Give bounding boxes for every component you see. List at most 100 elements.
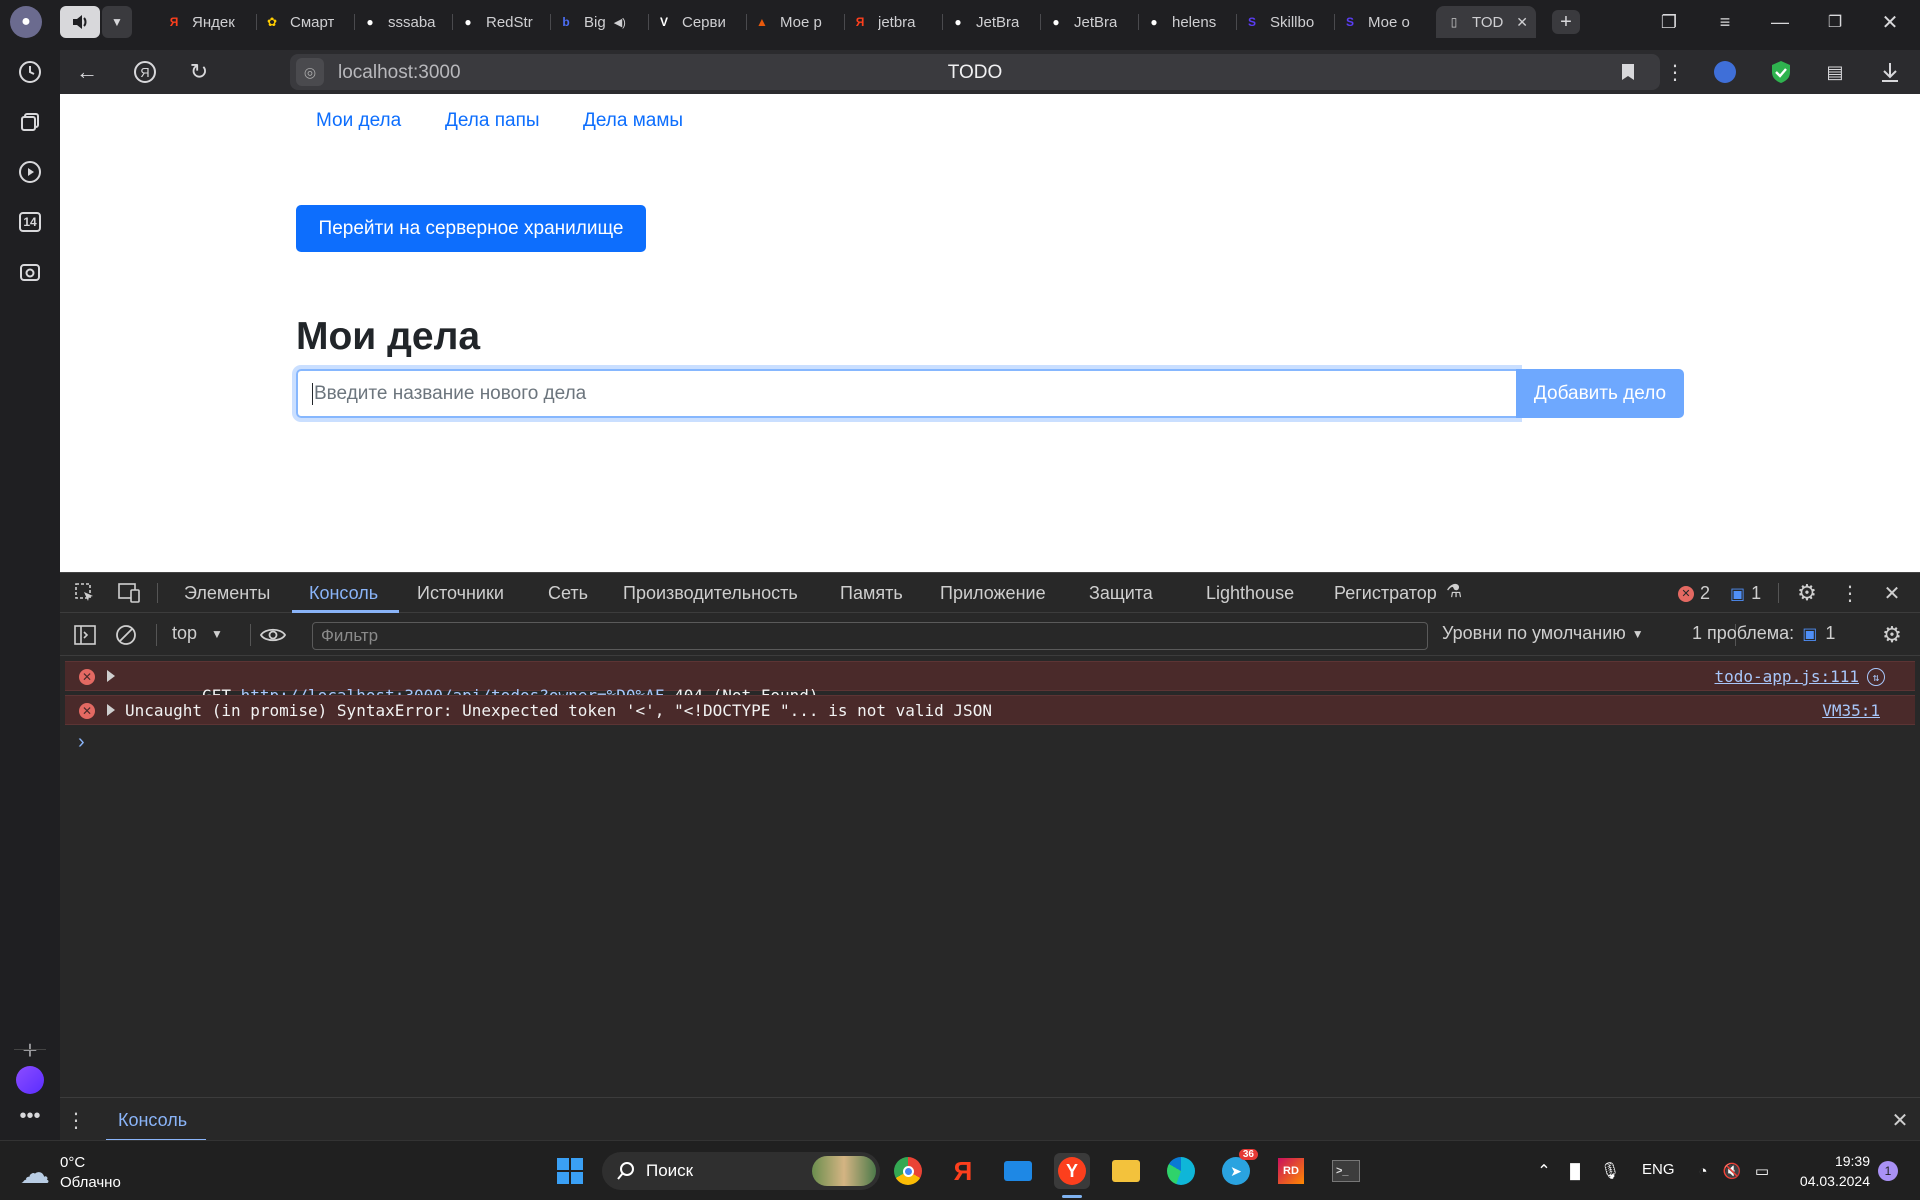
protect-button[interactable] xyxy=(1766,58,1796,86)
drawer-tab-console[interactable]: Консоль xyxy=(118,1110,187,1131)
tab-network[interactable]: Сеть xyxy=(548,583,588,604)
nav-link-dad-todos[interactable]: Дела папы xyxy=(445,110,540,132)
live-expression-button[interactable] xyxy=(258,622,288,648)
address-menu-button[interactable]: ⋮ xyxy=(1660,58,1690,86)
history-button[interactable] xyxy=(14,56,46,88)
browser-tab[interactable]: ● JetBra xyxy=(948,6,1038,38)
calendar-button[interactable]: 14 xyxy=(14,206,46,238)
tray-volume[interactable]: 🔇 xyxy=(1720,1159,1744,1183)
tab-lighthouse[interactable]: Lighthouse xyxy=(1206,583,1294,604)
expand-triangle-icon[interactable] xyxy=(107,704,115,716)
downloads-button[interactable] xyxy=(1875,58,1905,86)
tab-memory[interactable]: Память xyxy=(840,583,903,604)
browser-tab[interactable]: ✿ Смарт xyxy=(262,6,352,38)
source-link[interactable]: todo-app.js:111 xyxy=(1715,667,1860,686)
tray-audio-levels[interactable]: ▐▌ xyxy=(1563,1159,1587,1183)
tab-application[interactable]: Приложение xyxy=(940,583,1046,604)
log-levels-dropdown[interactable]: Уровни по умолчанию ▼ xyxy=(1442,623,1644,644)
drawer-close-button[interactable]: ✕ xyxy=(1888,1108,1912,1132)
sidebar-toggle-button[interactable] xyxy=(72,622,98,648)
menu-button[interactable]: ≡ xyxy=(1710,8,1740,36)
tray-battery[interactable]: ▭ xyxy=(1750,1159,1774,1183)
browser-tab[interactable]: ● helens xyxy=(1144,6,1234,38)
server-storage-button[interactable]: Перейти на серверное хранилище xyxy=(296,205,646,252)
bookmark-button[interactable] xyxy=(1616,60,1640,84)
clear-console-button[interactable] xyxy=(113,622,139,648)
devtools-close-button[interactable]: ✕ xyxy=(1878,579,1906,607)
console-error-message[interactable]: ✕ GET http://localhost:3000/api/todos?ow… xyxy=(65,661,1915,705)
tray-overflow-button[interactable]: ⌃ xyxy=(1534,1159,1554,1183)
add-todo-button[interactable]: Добавить дело xyxy=(1516,369,1684,418)
nav-link-my-todos[interactable]: Мои дела xyxy=(316,110,401,132)
error-counter[interactable]: ✕ 2 xyxy=(1678,583,1710,604)
telegram-app[interactable]: ➤ 36 xyxy=(1218,1149,1258,1189)
restore-button[interactable]: ❐ xyxy=(1820,8,1850,36)
notification-button[interactable]: 1 xyxy=(1876,1159,1900,1183)
expand-triangle-icon[interactable] xyxy=(107,670,115,682)
browser-tab[interactable]: b Big ◀) xyxy=(556,6,646,38)
devtools-settings-button[interactable]: ⚙ xyxy=(1793,579,1821,607)
message-counter[interactable]: ▣ 1 xyxy=(1730,583,1761,604)
reader-button[interactable]: ▤ xyxy=(1820,58,1850,86)
issues-indicator[interactable]: 1 проблема: ▣ 1 xyxy=(1692,623,1835,644)
tab-sources[interactable]: Источники xyxy=(417,583,504,604)
yandex-browser-app[interactable]: Y xyxy=(1054,1153,1090,1189)
profile-avatar[interactable]: ● xyxy=(10,6,42,38)
explorer-app[interactable] xyxy=(1108,1153,1144,1189)
browser-tab[interactable]: ▲ Мое р xyxy=(752,6,842,38)
clock[interactable]: 19:39 04.03.2024 xyxy=(1790,1151,1870,1191)
close-window-button[interactable]: ✕ xyxy=(1875,8,1905,36)
console-filter-input[interactable]: Фильтр xyxy=(312,622,1428,650)
context-selector[interactable]: top ▼ xyxy=(172,623,223,644)
tab-recorder[interactable]: Регистратор xyxy=(1334,583,1437,604)
weather-widget[interactable]: ☁ 0°C Облачно xyxy=(20,1153,121,1193)
devtools-menu-button[interactable]: ⋮ xyxy=(1838,579,1862,607)
rider-app[interactable]: RD xyxy=(1273,1153,1309,1189)
back-button[interactable]: ← xyxy=(72,58,102,86)
tray-mic[interactable]: 🎙 xyxy=(1598,1159,1622,1183)
tab-list-dropdown[interactable]: ▼ xyxy=(102,6,132,38)
browser-tab[interactable]: Я Яндек xyxy=(164,6,254,38)
chrome-app[interactable] xyxy=(890,1153,926,1189)
console-settings-button[interactable]: ⚙ xyxy=(1878,621,1906,649)
tab-elements[interactable]: Элементы xyxy=(184,583,270,604)
nav-link-mom-todos[interactable]: Дела мамы xyxy=(583,110,683,132)
console-error-message[interactable]: ✕ Uncaught (in promise) SyntaxError: Une… xyxy=(65,695,1915,725)
drawer-menu-button[interactable]: ⋮ xyxy=(64,1108,88,1132)
new-todo-input[interactable]: Введите название нового дела xyxy=(296,369,1518,418)
browser-tab[interactable]: Яjetbra xyxy=(850,6,940,38)
taskbar-search[interactable]: Поиск xyxy=(602,1152,880,1190)
start-button[interactable] xyxy=(552,1153,588,1189)
screenshot-button[interactable] xyxy=(14,256,46,288)
tab-console[interactable]: Консоль xyxy=(309,583,378,604)
browser-tab[interactable]: S Skillbo xyxy=(1242,6,1332,38)
yandex-app[interactable]: Я xyxy=(945,1153,981,1189)
url-field[interactable]: ◎ localhost:3000 TODO xyxy=(290,54,1660,90)
alice-button[interactable] xyxy=(14,1064,46,1096)
close-tab-icon[interactable]: ✕ xyxy=(1516,14,1528,31)
edge-app[interactable] xyxy=(1163,1153,1199,1189)
yandex-home-button[interactable]: Я xyxy=(130,58,160,86)
browser-tab[interactable]: S Мое о xyxy=(1340,6,1430,38)
add-panel-button[interactable]: + xyxy=(14,1034,46,1066)
network-request-icon[interactable]: ⇅ xyxy=(1867,668,1885,686)
more-options-button[interactable]: ••• xyxy=(14,1104,46,1128)
mail-app[interactable] xyxy=(1000,1153,1036,1189)
minimize-button[interactable]: — xyxy=(1765,8,1795,36)
browser-tab[interactable]: V Серви xyxy=(654,6,744,38)
collections-button[interactable]: ❐ xyxy=(1654,8,1684,36)
inspect-element-button[interactable] xyxy=(72,581,98,605)
browser-tab[interactable]: ● sssaba xyxy=(360,6,450,38)
reload-button[interactable]: ↻ xyxy=(184,58,214,86)
terminal-app[interactable]: >_ xyxy=(1328,1153,1364,1189)
device-toolbar-button[interactable] xyxy=(116,581,142,605)
language-indicator[interactable]: ENG xyxy=(1642,1161,1675,1178)
source-link[interactable]: VM35:1 xyxy=(1822,701,1880,720)
browser-tab[interactable]: ● JetBra xyxy=(1046,6,1136,38)
tab-performance[interactable]: Производительность xyxy=(623,583,798,604)
console-input[interactable] xyxy=(96,731,1896,757)
browser-tab[interactable]: ▯ TOD ✕ xyxy=(1436,6,1536,38)
tabs-collection-button[interactable] xyxy=(14,106,46,138)
extension-button[interactable] xyxy=(1710,58,1740,86)
browser-tab[interactable]: ● RedStr xyxy=(458,6,548,38)
